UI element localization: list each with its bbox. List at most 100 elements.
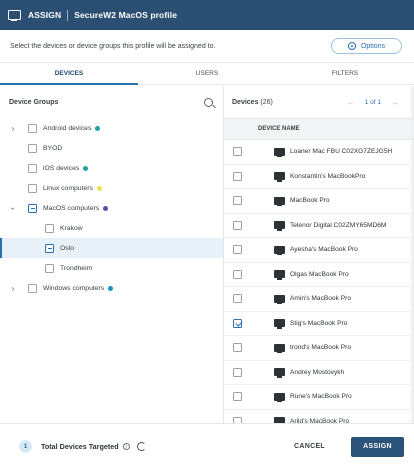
profile-title: SecureW2 MacOS profile: [74, 10, 178, 20]
group-oslo[interactable]: Oslo: [0, 238, 223, 258]
chevron-down-icon[interactable]: ›: [9, 203, 18, 213]
group-checkbox[interactable]: [28, 203, 37, 213]
device-name: Rune's MacBook Pro: [290, 393, 352, 401]
header-separator: [67, 9, 69, 21]
device-checkbox[interactable]: [233, 220, 242, 230]
computer-icon: [274, 343, 285, 354]
group-checkbox[interactable]: [28, 143, 37, 153]
target-count-badge: 1: [19, 440, 32, 453]
tab-filters[interactable]: FILTERS: [276, 63, 414, 84]
device-row[interactable]: Loaner Mac FBU C02XG7ZEJG5H: [224, 140, 414, 165]
device-row[interactable]: Ayesha's MacBook Pro: [224, 238, 414, 263]
computer-icon: [274, 392, 285, 403]
group-krakow[interactable]: Krakow: [0, 218, 223, 238]
device-row[interactable]: Stig's MacBook Pro: [224, 312, 414, 336]
search-icon[interactable]: [204, 97, 213, 107]
chevron-right-icon[interactable]: ›: [8, 284, 18, 293]
tab-users[interactable]: USERS: [138, 63, 276, 84]
device-checkbox[interactable]: [233, 392, 242, 402]
refresh-icon[interactable]: [136, 442, 146, 451]
group-label: Krakow: [60, 224, 83, 232]
group-label: MacOS computers: [43, 204, 100, 212]
group-linux[interactable]: Linux computers: [0, 178, 223, 198]
group-android[interactable]: › Android devices: [0, 118, 223, 138]
gear-icon: [347, 42, 356, 50]
description-text: Select the devices or device groups this…: [10, 42, 216, 50]
tab-filters-label: FILTERS: [331, 70, 359, 77]
group-color-dot: [83, 165, 89, 171]
device-row[interactable]: Rune's MacBook Pro: [224, 385, 414, 410]
device-checkbox[interactable]: [233, 147, 242, 157]
tab-devices[interactable]: DEVICES: [0, 63, 138, 85]
group-macos[interactable]: › MacOS computers: [0, 198, 223, 218]
device-checkbox[interactable]: [233, 294, 242, 304]
group-checkbox[interactable]: [45, 263, 54, 273]
monitor-icon: [8, 10, 21, 21]
group-label: Trondheim: [60, 264, 93, 272]
prev-page-icon[interactable]: ←: [347, 98, 355, 107]
group-color-dot: [103, 205, 109, 211]
group-label: Linux computers: [43, 184, 93, 192]
device-name: Loaner Mac FBU C02XG7ZEJG5H: [290, 148, 393, 156]
group-checkbox[interactable]: [28, 283, 37, 293]
group-label: Android devices: [43, 124, 92, 132]
device-row[interactable]: Telenor Digital C02ZMY65MD6M: [224, 214, 414, 238]
computer-icon: [274, 294, 285, 305]
group-color-dot: [108, 285, 114, 291]
device-checkbox[interactable]: [233, 196, 242, 206]
group-label: BYOD: [43, 144, 63, 152]
panels: Device Groups › Android devices BYOD iOS…: [0, 86, 414, 434]
assign-dialog: ASSIGN SecureW2 MacOS profile Select the…: [0, 0, 414, 469]
device-checkbox[interactable]: [233, 245, 242, 255]
group-ios[interactable]: iOS devices: [0, 158, 223, 178]
computer-icon: [274, 245, 285, 256]
tab-devices-label: DEVICES: [54, 70, 84, 77]
group-checkbox[interactable]: [45, 243, 54, 253]
cancel-button[interactable]: CANCEL: [294, 443, 325, 450]
device-checkbox[interactable]: [233, 367, 242, 377]
device-row[interactable]: Andrey Mostovykh: [224, 361, 414, 385]
device-name: MacBook Pro: [290, 197, 330, 205]
device-checkbox[interactable]: [233, 343, 242, 353]
page-indicator[interactable]: 1 of 1: [365, 99, 381, 106]
subheader: Select the devices or device groups this…: [0, 30, 414, 63]
computer-icon: [274, 270, 285, 280]
device-groups-panel: Device Groups › Android devices BYOD iOS…: [0, 86, 224, 423]
device-row[interactable]: Amin's MacBook Pro: [224, 287, 414, 312]
group-checkbox[interactable]: [28, 183, 37, 193]
computer-icon: [274, 172, 285, 182]
group-color-dot: [96, 185, 102, 191]
device-checkbox[interactable]: [233, 318, 242, 328]
device-name: Amin's MacBook Pro: [290, 295, 351, 303]
pager: ← 1 of 1 →: [342, 98, 404, 107]
info-icon[interactable]: i: [122, 443, 130, 450]
group-checkbox[interactable]: [28, 123, 37, 133]
group-windows[interactable]: › Windows computers: [0, 278, 223, 298]
device-row[interactable]: MacBook Pro: [224, 189, 414, 214]
computer-icon: [274, 147, 285, 158]
device-name: Andrey Mostovykh: [290, 368, 345, 376]
devices-count: (26): [260, 98, 273, 106]
group-label: Oslo: [60, 244, 74, 252]
devices-title: Devices (26): [232, 99, 273, 106]
device-row[interactable]: trond's MacBook Pro: [224, 336, 414, 361]
next-page-icon[interactable]: →: [391, 98, 399, 107]
device-checkbox[interactable]: [233, 269, 242, 279]
chevron-right-icon[interactable]: ›: [8, 124, 18, 133]
group-color-dot: [95, 125, 101, 131]
device-row[interactable]: Konstantin's MacBookPro: [224, 165, 414, 189]
assign-button[interactable]: ASSIGN: [351, 436, 404, 457]
computer-icon: [274, 221, 285, 231]
group-byod[interactable]: BYOD: [0, 138, 223, 158]
device-name: Stig's MacBook Pro: [290, 319, 348, 327]
dialog-header: ASSIGN SecureW2 MacOS profile: [0, 0, 414, 30]
group-checkbox[interactable]: [45, 223, 54, 233]
group-checkbox[interactable]: [28, 163, 37, 173]
column-header-device-name[interactable]: DEVICE NAME: [224, 118, 414, 140]
devices-panel: Devices (26) ← 1 of 1 → DEVICE NAME Loan…: [224, 86, 414, 434]
options-button[interactable]: Options: [331, 38, 402, 54]
devices-title-text: Devices: [232, 98, 259, 106]
group-trondheim[interactable]: Trondheim: [0, 258, 223, 278]
device-row[interactable]: Olgas MacBook Pro: [224, 263, 414, 287]
device-checkbox[interactable]: [233, 171, 242, 181]
